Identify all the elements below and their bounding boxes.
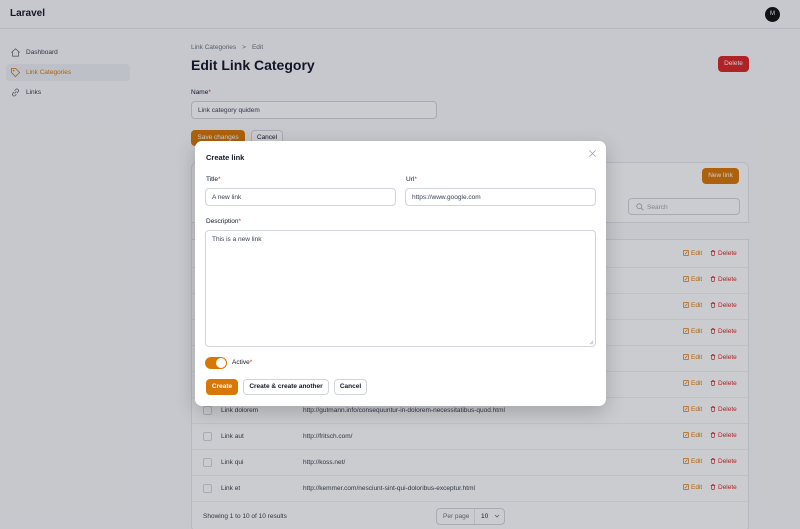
url-field-label: Url* bbox=[406, 176, 417, 183]
cancel-modal-button[interactable]: Cancel bbox=[334, 379, 367, 395]
create-another-button[interactable]: Create & create another bbox=[243, 379, 329, 395]
close-icon[interactable] bbox=[588, 149, 597, 158]
resize-handle-icon[interactable] bbox=[589, 340, 594, 345]
create-link-modal: Create link Title* A new link Url* https… bbox=[195, 141, 606, 406]
active-toggle[interactable] bbox=[205, 357, 227, 369]
title-field-label: Title* bbox=[206, 176, 221, 183]
modal-title: Create link bbox=[206, 153, 245, 162]
title-input[interactable]: A new link bbox=[205, 188, 396, 206]
create-button[interactable]: Create bbox=[206, 379, 238, 395]
toggle-knob bbox=[216, 358, 226, 368]
description-field-label: Description* bbox=[206, 218, 242, 225]
url-input[interactable]: https://www.google.com bbox=[405, 188, 596, 206]
description-textarea[interactable]: This is a new link bbox=[205, 230, 596, 347]
active-label: Active* bbox=[232, 359, 253, 366]
